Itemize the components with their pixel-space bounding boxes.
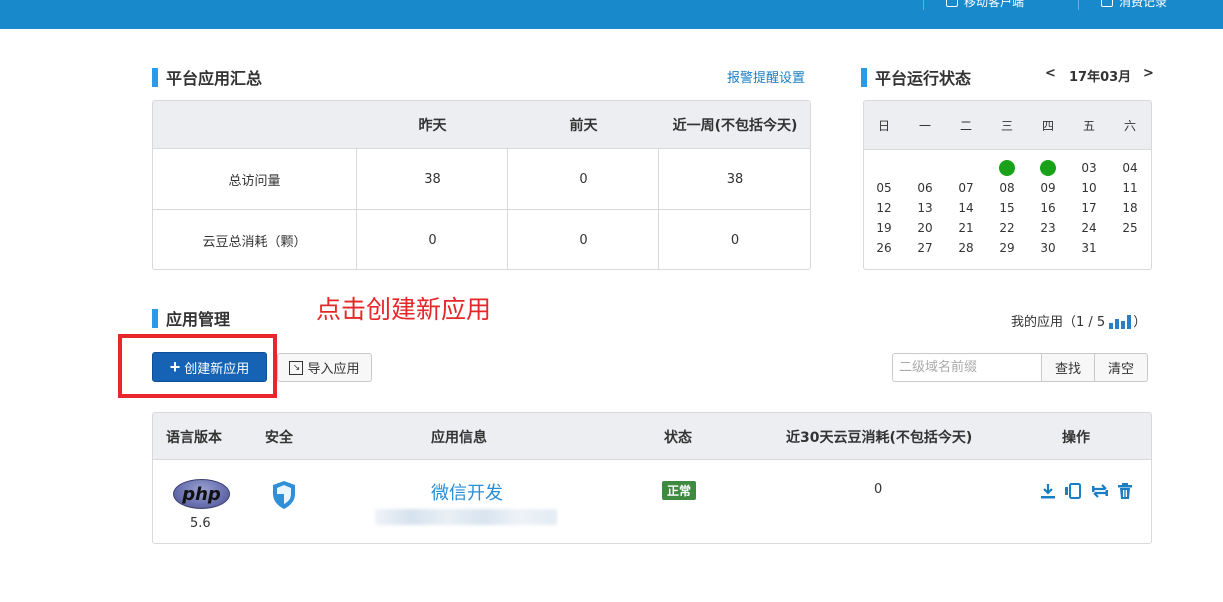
calendar-day[interactable]: 22 (992, 220, 1022, 236)
subdomain-search-input[interactable] (892, 353, 1042, 382)
topbar-divider (923, 0, 924, 10)
apps-table-header (153, 413, 1151, 460)
calendar-weekday: 五 (1082, 118, 1095, 133)
blurred-domain (375, 509, 557, 525)
calendar-day[interactable]: 16 (1033, 200, 1063, 216)
calendar-day[interactable]: 04 (1115, 160, 1145, 176)
calendar-day[interactable]: 24 (1074, 220, 1104, 236)
search-button[interactable]: 查找 (1041, 353, 1095, 382)
table-cell: 0 (579, 171, 588, 187)
calendar-weekday: 六 (1123, 118, 1136, 133)
switch-icon[interactable] (1091, 482, 1109, 500)
table-cell: 38 (726, 171, 744, 187)
calendar-day[interactable]: 07 (951, 180, 981, 196)
table-cell: 0 (579, 233, 588, 248)
calendar-next-button[interactable]: > (1143, 66, 1154, 81)
status-ok-dot[interactable] (999, 160, 1015, 176)
section-marker (152, 308, 158, 328)
calendar-day[interactable]: 14 (951, 200, 981, 216)
status-ok-dot[interactable] (1040, 160, 1056, 176)
column-header: 语言版本 (166, 429, 222, 446)
column-header: 安全 (265, 429, 293, 446)
topbar-consumption-record[interactable]: 消费记录 (1101, 0, 1167, 9)
calendar-day[interactable]: 25 (1115, 220, 1145, 236)
topbar-divider (1078, 0, 1079, 10)
calendar-day[interactable]: 26 (869, 240, 899, 256)
section-marker (152, 67, 158, 87)
calendar-day[interactable]: 12 (869, 200, 899, 216)
calendar-day[interactable]: 09 (1033, 180, 1063, 196)
calendar-day[interactable]: 05 (869, 180, 899, 196)
calendar-day[interactable]: 31 (1074, 240, 1104, 256)
calendar-day[interactable]: 11 (1115, 180, 1145, 196)
column-header: 应用信息 (431, 429, 487, 446)
calendar-month: 17年03月 (1069, 70, 1132, 85)
mobile-icon (946, 0, 958, 7)
calendar-day[interactable]: 15 (992, 200, 1022, 216)
import-icon: ↘ (289, 360, 304, 375)
calendar-weekday: 一 (918, 118, 931, 133)
calendar-day[interactable]: 06 (910, 180, 940, 196)
php-logo: php (173, 479, 230, 509)
status-badge: 正常 (662, 481, 697, 500)
column-header: 操作 (1062, 429, 1090, 446)
column-header: 近30天云豆消耗(不包括今天) (786, 429, 973, 446)
section-marker (861, 67, 867, 87)
calendar-day[interactable]: 03 (1074, 160, 1104, 176)
apps-table: 语言版本 安全 应用信息 状态 近30天云豆消耗(不包括今天) 操作 php 5… (152, 412, 1152, 544)
row-label-visits: 总访问量 (228, 173, 281, 189)
column-header: 近一周(不包括今天) (672, 118, 798, 134)
consumption-value: 0 (874, 482, 883, 497)
calendar-day[interactable]: 20 (910, 220, 940, 236)
create-app-button[interactable]: + 创建新应用 (152, 352, 267, 382)
record-icon (1101, 0, 1113, 7)
chart-icon (1109, 313, 1132, 329)
download-icon[interactable] (1039, 482, 1057, 500)
summary-section-title: 平台应用汇总 (152, 65, 262, 89)
shield-icon (273, 481, 295, 509)
calendar: 日 一 二 三 四 五 六 03 04 05 06 07 08 09 10 11 12 13 14 15 16 17 18 1… (863, 100, 1152, 270)
topbar-mobile-client[interactable]: 移动客户端 (946, 0, 1024, 9)
calendar-day[interactable]: 13 (910, 200, 940, 216)
calendar-day[interactable]: 10 (1074, 180, 1104, 196)
calendar-day[interactable]: 08 (992, 180, 1022, 196)
calendar-prev-button[interactable]: < (1045, 66, 1056, 81)
mobile-preview-icon[interactable] (1064, 482, 1082, 500)
table-cell: 38 (424, 171, 441, 187)
calendar-weekday: 二 (959, 118, 972, 133)
column-header: 前天 (569, 118, 598, 134)
calendar-day[interactable]: 23 (1033, 220, 1063, 236)
column-header: 状态 (664, 429, 692, 446)
calendar-weekday: 三 (1000, 118, 1013, 133)
import-app-button[interactable]: ↘ 导入应用 (277, 353, 372, 382)
plus-icon: + (169, 357, 181, 377)
alert-settings-link[interactable]: 报警提醒设置 (727, 67, 805, 86)
calendar-day[interactable]: 21 (951, 220, 981, 236)
calendar-weekday: 四 (1041, 118, 1054, 133)
summary-table: 昨天 前天 近一周(不包括今天) 总访问量 38 0 38 云豆总消耗（颗） 0… (152, 100, 811, 270)
table-cell: 0 (730, 233, 740, 248)
my-apps-counter: 我的应用（1 / 5 ） (1011, 311, 1146, 330)
calendar-day[interactable]: 28 (951, 240, 981, 256)
calendar-day[interactable]: 18 (1115, 200, 1145, 216)
calendar-weekday: 日 (877, 118, 890, 133)
row-label-consumption: 云豆总消耗（颗） (202, 235, 307, 250)
calendar-day[interactable]: 19 (869, 220, 899, 236)
clear-button[interactable]: 清空 (1094, 353, 1148, 382)
column-header: 昨天 (418, 118, 447, 134)
table-cell: 0 (428, 233, 437, 248)
app-name-link[interactable]: 微信开发 (431, 479, 503, 505)
calendar-day[interactable]: 27 (910, 240, 940, 256)
apps-section-title: 应用管理 (152, 306, 230, 330)
status-section-title: 平台运行状态 (861, 65, 971, 89)
calendar-day[interactable]: 30 (1033, 240, 1063, 256)
top-bar: 移动客户端 消费记录 (0, 0, 1223, 29)
calendar-day[interactable]: 29 (992, 240, 1022, 256)
annotation-text: 点击创建新应用 (316, 295, 492, 324)
language-version: 5.6 (190, 516, 211, 531)
calendar-day[interactable]: 17 (1074, 200, 1104, 216)
trash-icon[interactable] (1116, 482, 1134, 500)
